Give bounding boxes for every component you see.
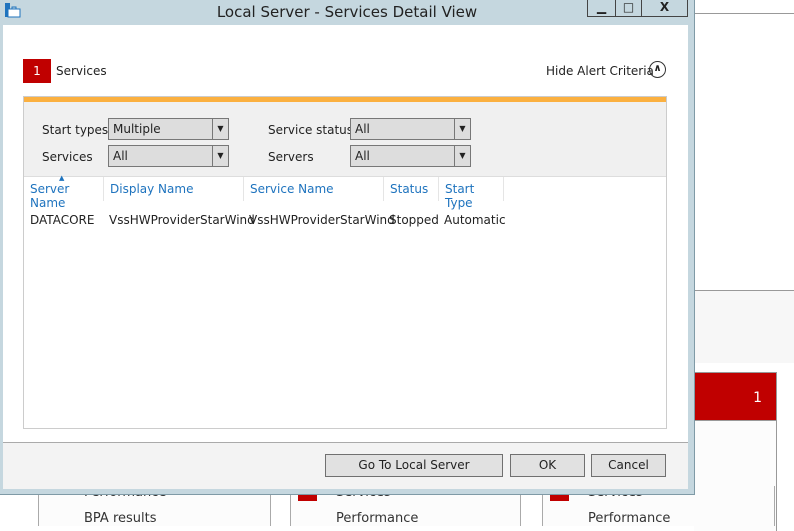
servers-label: Servers xyxy=(268,150,314,164)
dropdown-arrow-icon: ▼ xyxy=(212,119,228,139)
background-alert-tile[interactable]: 1 xyxy=(694,372,777,421)
cell-server-name: DATACORE xyxy=(30,213,95,227)
service-status-label: Service status xyxy=(268,123,354,137)
services-value: All xyxy=(113,149,128,163)
service-status-value: All xyxy=(355,122,370,136)
table-header: ▲ Server Name Display Name Service Name S… xyxy=(24,174,666,227)
services-label: Services xyxy=(42,150,93,164)
background-band xyxy=(694,290,794,363)
dropdown-arrow-icon: ▼ xyxy=(212,146,228,166)
column-header-start-type[interactable]: Start Type xyxy=(439,177,504,210)
chevron-up-icon[interactable]: ∧ xyxy=(649,61,666,78)
ok-button[interactable]: OK xyxy=(510,454,585,477)
cancel-button[interactable]: Cancel xyxy=(591,454,666,477)
cell-display-name: VssHWProviderStarWind xyxy=(109,213,255,227)
dropdown-arrow-icon: ▼ xyxy=(454,146,470,166)
service-status-select[interactable]: All ▼ xyxy=(350,118,471,140)
services-panel: Start types Multiple ▼ Services All ▼ Serv… xyxy=(23,96,667,429)
background-divider xyxy=(694,13,794,14)
title-bar[interactable]: Local Server - Services Detail View ▁ □ … xyxy=(0,0,694,25)
hide-alert-criteria-link[interactable]: Hide Alert Criteria xyxy=(546,64,654,78)
cell-service-name: VssHWProviderStarWind xyxy=(249,213,395,227)
column-header-status[interactable]: Status xyxy=(384,177,439,201)
go-to-local-server-button[interactable]: Go To Local Server xyxy=(325,454,503,477)
column-header-service-name[interactable]: Service Name xyxy=(244,177,384,201)
column-header-server-name[interactable]: ▲ Server Name xyxy=(24,174,104,210)
alert-count-badge: 1 xyxy=(23,59,51,83)
sort-ascending-icon: ▲ xyxy=(59,174,65,182)
servers-value: All xyxy=(355,149,370,163)
cell-start-type: Automatic xyxy=(444,213,506,227)
background-item[interactable]: Performance xyxy=(336,511,418,526)
dropdown-arrow-icon: ▼ xyxy=(454,119,470,139)
alert-criteria: Start types Multiple ▼ Services All ▼ Serv… xyxy=(24,102,666,177)
background-item[interactable]: Performance xyxy=(588,511,670,526)
column-header-display-name[interactable]: Display Name xyxy=(104,177,244,201)
maximize-button[interactable]: □ xyxy=(615,0,642,17)
start-types-label: Start types xyxy=(42,123,109,137)
services-detail-dialog: Local Server - Services Detail View ▁ □ … xyxy=(0,0,695,495)
background-item[interactable]: BPA results xyxy=(84,511,157,526)
cell-status: Stopped xyxy=(389,213,439,227)
servers-select[interactable]: All ▼ xyxy=(350,145,471,167)
close-button[interactable]: X xyxy=(641,0,688,17)
dialog-footer: Go To Local Server OK Cancel xyxy=(3,442,688,489)
start-types-select[interactable]: Multiple ▼ xyxy=(108,118,229,140)
minimize-button[interactable]: ▁ xyxy=(587,0,616,17)
services-select[interactable]: All ▼ xyxy=(108,145,229,167)
start-types-value: Multiple xyxy=(113,122,161,136)
section-label: Services xyxy=(56,64,107,78)
dialog-content: 1 Services Hide Alert Criteria ∧ Start t… xyxy=(3,25,688,489)
